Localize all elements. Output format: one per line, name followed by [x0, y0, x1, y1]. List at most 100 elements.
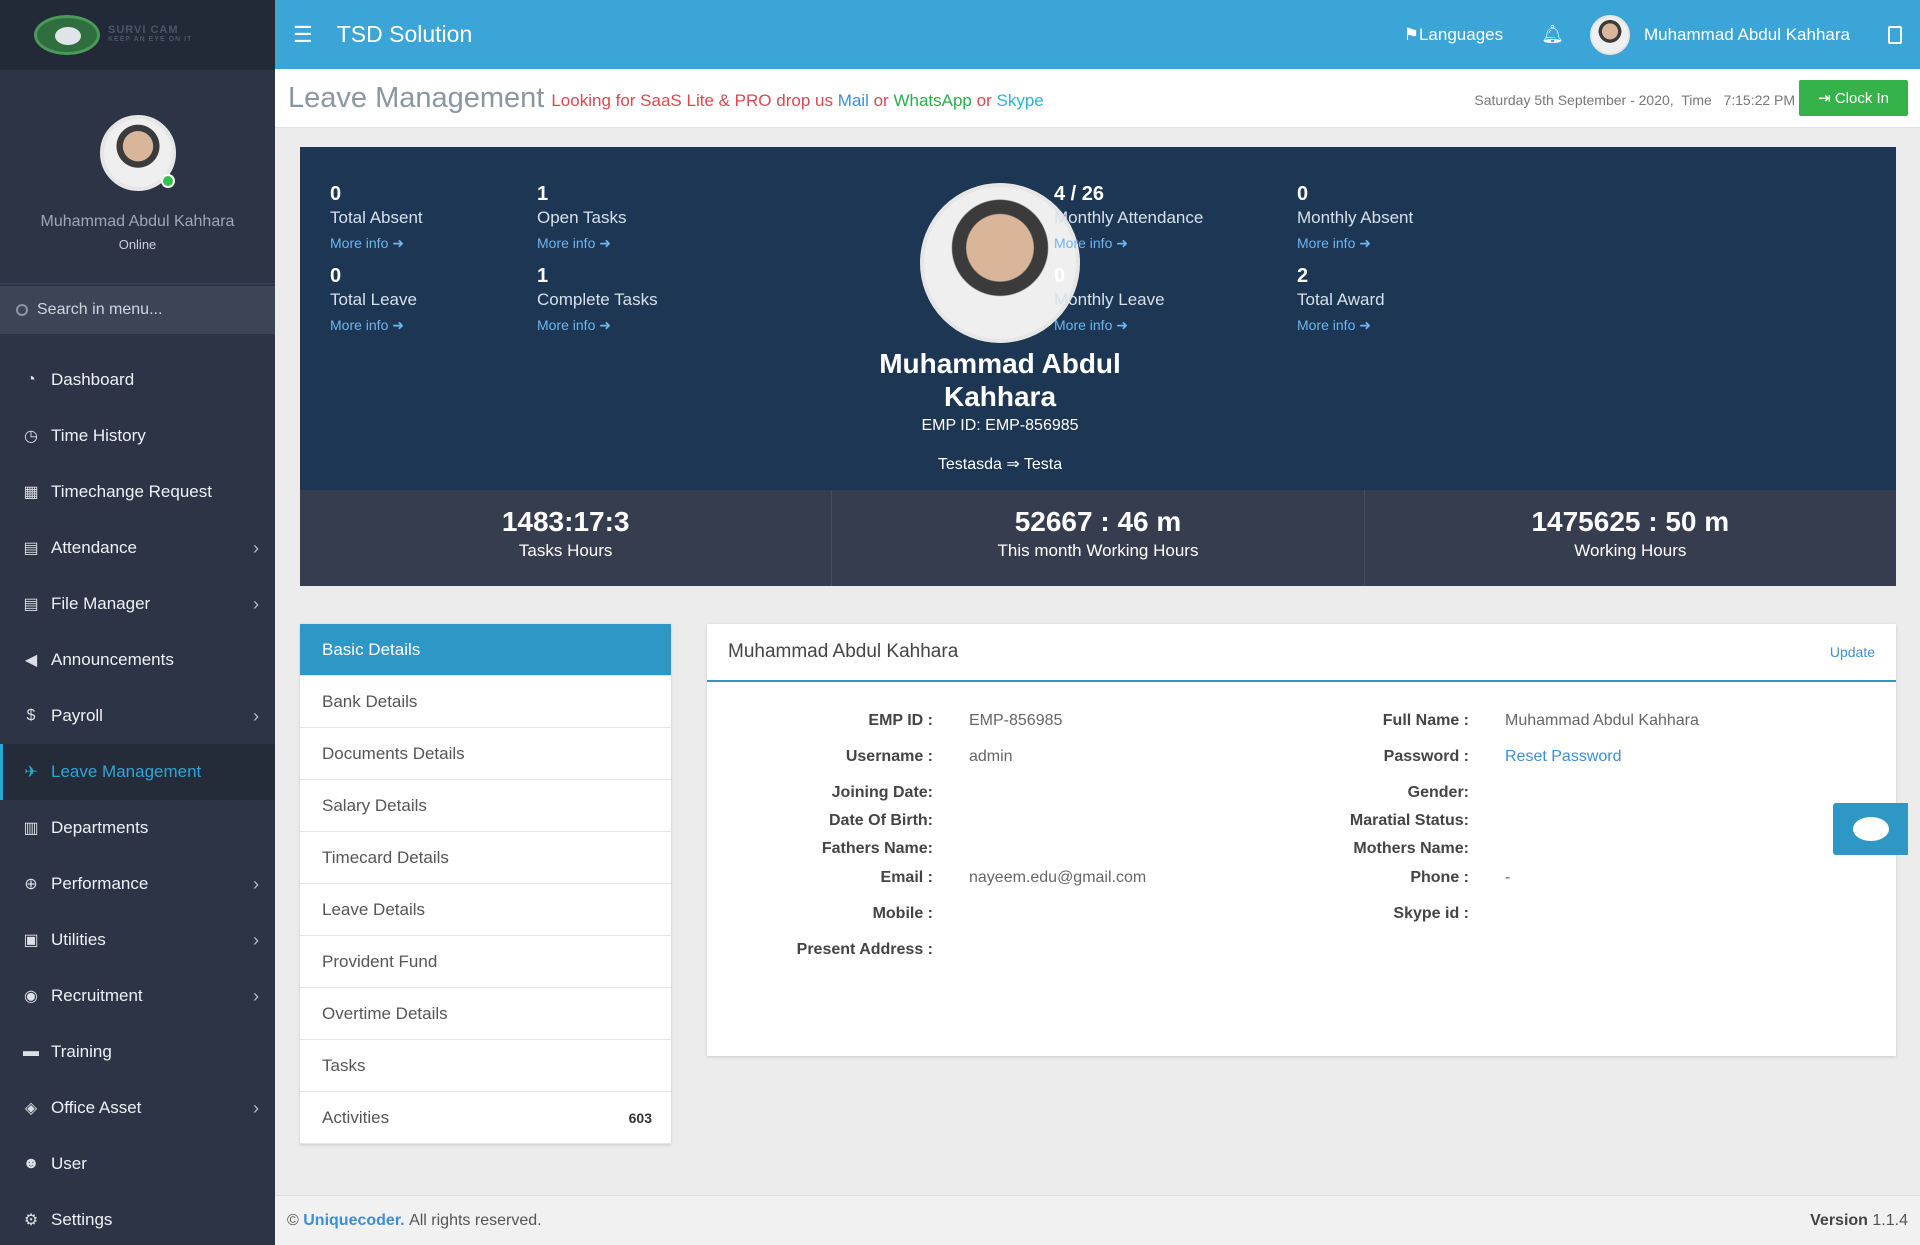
- content-header: Leave Management Looking for SaaS Lite &…: [275, 69, 1920, 128]
- calendar-icon: ▦: [23, 484, 39, 501]
- skype-link[interactable]: Skype: [996, 91, 1043, 110]
- control-sidebar-icon[interactable]: [1888, 25, 1902, 44]
- stat-value: 0: [330, 265, 342, 287]
- sidebar-item-timechange-request[interactable]: ▦ Timechange Request: [0, 464, 275, 520]
- chat-icon: [1852, 817, 1889, 841]
- arrow-circle-right-icon: ➜: [1116, 317, 1128, 333]
- tab-label: Documents Details: [322, 743, 465, 763]
- sidebar-item-attendance[interactable]: ▤ Attendance ›: [0, 520, 275, 576]
- more-info-link[interactable]: More info ➜: [1297, 317, 1385, 334]
- chevron-right-icon: ›: [253, 873, 259, 894]
- sidebar-menu: ◔ Dashboard ◷ Time History ▦ Timechange Reque…: [0, 352, 275, 1245]
- sidebar-user-name: Muhammad Abdul Kahhara: [40, 213, 235, 230]
- arrow-circle-right-icon: ➜: [392, 235, 404, 251]
- whatsapp-link[interactable]: WhatsApp: [893, 91, 971, 110]
- languages-menu[interactable]: ⚑Languages: [1404, 25, 1503, 45]
- stats-panel: 0 Total Absent More info ➜ 1 Open Tasks More …: [300, 147, 1896, 490]
- topbar: ☰ TSD Solution ⚑Languages 🔔︎ Muhammad Ab…: [275, 0, 1920, 69]
- tab-label: Provident Fund: [322, 951, 438, 971]
- sidebar-item-label: File Manager: [51, 594, 151, 613]
- globe-icon: ◉: [24, 988, 38, 1005]
- more-info-link[interactable]: More info ➜: [1054, 317, 1165, 334]
- stat-total-leave: 0 Total Leave More info ➜: [330, 265, 417, 334]
- bell-icon[interactable]: 🔔︎: [1541, 24, 1564, 45]
- arrow-circle-right-icon: ➜: [392, 317, 404, 333]
- search-icon: [16, 304, 28, 316]
- tab-documents-details[interactable]: Documents Details: [300, 728, 671, 780]
- stat-label: Monthly Leave: [1054, 290, 1165, 309]
- sidebar: SURVI CAM KEEP AN EYE ON IT Muhammad Abd…: [0, 0, 275, 1245]
- sidebar-item-utilities[interactable]: ▣ Utilities ›: [0, 912, 275, 968]
- profile-name: Muhammad Abdul Kahhara: [879, 348, 1121, 412]
- tab-provident-fund[interactable]: Provident Fund: [300, 936, 671, 988]
- chevron-right-icon: ›: [253, 593, 259, 614]
- sign-in-icon: ⇥: [1818, 90, 1835, 107]
- more-info-link[interactable]: More info ➜: [1297, 235, 1413, 252]
- more-info-link[interactable]: More info ➜: [330, 317, 417, 334]
- chevron-right-icon: ›: [253, 985, 259, 1006]
- top-user-name[interactable]: Muhammad Abdul Kahhara: [1644, 25, 1850, 45]
- file-icon: ▤: [23, 596, 39, 613]
- sidebar-item-announcements[interactable]: ◀ Announcements: [0, 632, 275, 688]
- field-value: Muhammad Abdul Kahhara: [1505, 712, 1699, 729]
- more-info-link[interactable]: More info ➜: [537, 317, 658, 334]
- dollar-icon: $: [26, 707, 36, 724]
- footer-brand-link[interactable]: Uniquecoder.: [303, 1212, 404, 1230]
- tab-leave-details[interactable]: Leave Details: [300, 884, 671, 936]
- chat-button[interactable]: [1833, 803, 1908, 855]
- footer: © Uniquecoder. All rights reserved. Vers…: [275, 1195, 1920, 1245]
- tab-tasks[interactable]: Tasks: [300, 1040, 671, 1092]
- card-title: Muhammad Abdul Kahhara: [728, 641, 959, 662]
- arrow-circle-right-icon: ➜: [1116, 235, 1128, 251]
- tab-label: Basic Details: [322, 639, 421, 659]
- file-icon: ▤: [23, 540, 39, 557]
- sidebar-item-recruitment[interactable]: ◉ Recruitment ›: [0, 968, 275, 1024]
- sidebar-item-user[interactable]: ☻ User: [0, 1136, 275, 1192]
- tab-salary-details[interactable]: Salary Details: [300, 780, 671, 832]
- tab-overtime-details[interactable]: Overtime Details: [300, 988, 671, 1040]
- update-link[interactable]: Update: [1830, 644, 1875, 660]
- sidebar-item-time-history[interactable]: ◷ Time History: [0, 408, 275, 464]
- tab-timecard-details[interactable]: Timecard Details: [300, 832, 671, 884]
- field-value: -: [1505, 869, 1511, 886]
- hours-this-month-working-hours: 52667 : 46 m This month Working Hours: [832, 490, 1365, 586]
- tab-activities[interactable]: Activities 603: [300, 1092, 671, 1144]
- stat-label: Monthly Absent: [1297, 208, 1414, 227]
- flag-icon: ⚑: [1403, 24, 1419, 44]
- more-info-link[interactable]: More info ➜: [330, 235, 423, 252]
- profile-emp-id: EMP ID: EMP-856985: [921, 417, 1079, 434]
- hours-label: Tasks Hours: [518, 541, 613, 560]
- hours-label: Working Hours: [1574, 541, 1687, 560]
- mail-link[interactable]: Mail: [838, 91, 869, 110]
- tab-label: Overtime Details: [322, 1003, 448, 1023]
- sidebar-item-performance[interactable]: ⊕ Performance ›: [0, 856, 275, 912]
- sidebar-item-payroll[interactable]: $ Payroll ›: [0, 688, 275, 744]
- top-avatar[interactable]: [1589, 14, 1630, 55]
- sidebar-item-training[interactable]: ▬ Training: [0, 1024, 275, 1080]
- sidebar-item-leave-management[interactable]: ✈ Leave Management: [0, 744, 275, 800]
- reset-password-link[interactable]: Reset Password: [1505, 748, 1622, 766]
- menu-toggle-icon[interactable]: ☰: [293, 22, 313, 48]
- stat-label: Open Tasks: [537, 208, 627, 227]
- sidebar-item-settings[interactable]: ⚙ Settings: [0, 1192, 275, 1245]
- tab-basic-details[interactable]: Basic Details: [300, 624, 671, 676]
- online-status-icon: [160, 174, 175, 188]
- stat-value: 0: [1054, 265, 1066, 287]
- more-info-link[interactable]: More info ➜: [537, 235, 626, 252]
- stat-label: Total Leave: [330, 290, 417, 309]
- stat-complete-tasks: 1 Complete Tasks More info ➜: [537, 265, 658, 334]
- field-label: Phone :: [1410, 869, 1469, 886]
- stat-value: 1: [537, 265, 549, 287]
- sidebar-item-file-manager[interactable]: ▤ File Manager ›: [0, 576, 275, 632]
- sidebar-item-office-asset[interactable]: ◈ Office Asset ›: [0, 1080, 275, 1136]
- sidebar-item-dashboard[interactable]: ◔ Dashboard: [0, 352, 275, 408]
- app-logo[interactable]: SURVI CAM KEEP AN EYE ON IT: [0, 0, 275, 70]
- stat-monthly-absent: 0 Monthly Absent More info ➜: [1297, 183, 1413, 252]
- menu-search-input[interactable]: Search in menu...: [0, 286, 275, 334]
- more-info-link[interactable]: More info ➜: [1054, 235, 1203, 252]
- sidebar-item-departments[interactable]: ▥ Departments: [0, 800, 275, 856]
- tab-label: Activities: [322, 1107, 390, 1127]
- clock-in-button[interactable]: ⇥ Clock In: [1799, 80, 1908, 116]
- stat-label: Total Award: [1297, 290, 1385, 309]
- tab-bank-details[interactable]: Bank Details: [300, 676, 671, 728]
